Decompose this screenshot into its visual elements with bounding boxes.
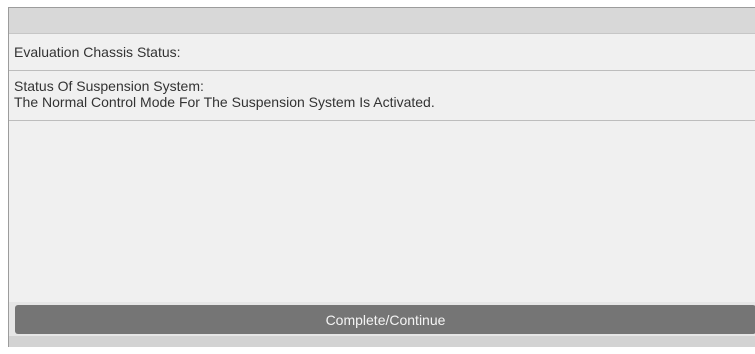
diagnostic-result-window: Evaluation Chassis Status: Status Of Sus… — [8, 7, 755, 347]
suspension-system-status-row: Status Of Suspension System: The Normal … — [9, 72, 755, 121]
title-bar — [9, 8, 755, 34]
footer-bar: Complete/Continue — [9, 302, 755, 347]
suspension-status-detail: The Normal Control Mode For The Suspensi… — [14, 94, 435, 110]
evaluation-chassis-status-label: Evaluation Chassis Status: — [14, 44, 181, 60]
suspension-status-heading: Status Of Suspension System: — [14, 78, 204, 94]
evaluation-chassis-status-row: Evaluation Chassis Status: — [9, 34, 755, 71]
complete-continue-button[interactable]: Complete/Continue — [15, 305, 755, 334]
bottom-strip — [9, 336, 755, 347]
